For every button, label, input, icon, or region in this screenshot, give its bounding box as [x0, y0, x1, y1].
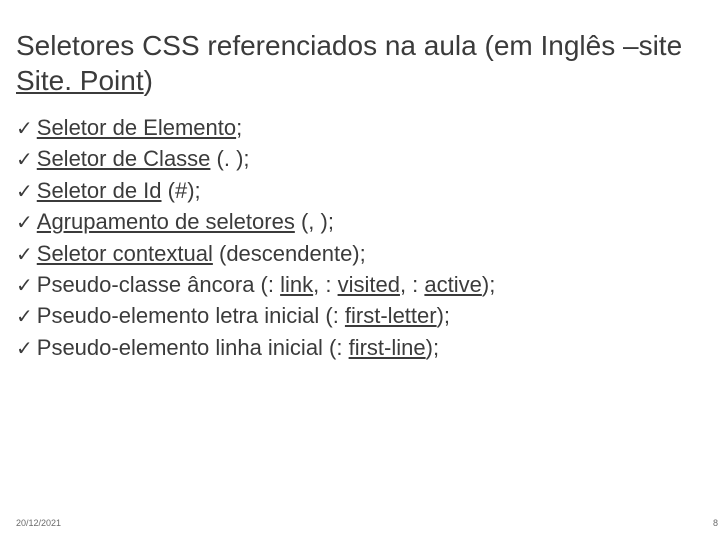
link-pseudo-visited[interactable]: visited	[338, 272, 400, 297]
item-pre: Pseudo-classe âncora (:	[37, 272, 280, 297]
item-tail: (, );	[295, 209, 334, 234]
link-first-letter[interactable]: first-letter	[345, 303, 437, 328]
footer-date: 20/12/2021	[16, 518, 61, 528]
item-pre: Pseudo-elemento linha inicial (:	[37, 335, 349, 360]
slide-heading: Seletores CSS referenciados na aula (em …	[16, 28, 696, 98]
item-sep: , :	[313, 272, 337, 297]
link-first-line[interactable]: first-line	[349, 335, 426, 360]
list-item: ✓Pseudo-elemento letra inicial (: first-…	[16, 300, 696, 331]
list-item: ✓Agrupamento de seletores (, );	[16, 206, 696, 237]
check-icon: ✓	[16, 146, 33, 174]
list-item: ✓Pseudo-elemento linha inicial (: first-…	[16, 332, 696, 363]
item-pre: Pseudo-elemento letra inicial (:	[37, 303, 345, 328]
item-tail: (#);	[162, 178, 201, 203]
list-item: ✓Seletor de Classe (. );	[16, 143, 696, 174]
footer-page-number: 8	[713, 518, 718, 528]
link-pseudo-active[interactable]: active	[424, 272, 481, 297]
item-post: );	[426, 335, 439, 360]
heading-link-sitepoint[interactable]: Site. Point	[16, 65, 144, 96]
heading-text-post: )	[144, 65, 153, 96]
list-item: ✓Seletor de Id (#);	[16, 175, 696, 206]
link-seletor-classe[interactable]: Seletor de Classe	[37, 146, 211, 171]
item-tail: (. );	[210, 146, 249, 171]
selector-list: ✓Seletor de Elemento; ✓Seletor de Classe…	[16, 112, 696, 363]
check-icon: ✓	[16, 241, 33, 269]
link-seletor-contextual[interactable]: Seletor contextual	[37, 241, 213, 266]
link-agrupamento[interactable]: Agrupamento de seletores	[37, 209, 295, 234]
item-sep: , :	[400, 272, 424, 297]
check-icon: ✓	[16, 272, 33, 300]
item-post: );	[482, 272, 495, 297]
item-post: );	[437, 303, 450, 328]
link-seletor-id[interactable]: Seletor de Id	[37, 178, 162, 203]
check-icon: ✓	[16, 115, 33, 143]
item-tail: (descendente);	[213, 241, 366, 266]
check-icon: ✓	[16, 303, 33, 331]
list-item: ✓Pseudo-classe âncora (: link, : visited…	[16, 269, 696, 300]
item-tail: ;	[236, 115, 242, 140]
list-item: ✓Seletor contextual (descendente);	[16, 238, 696, 269]
link-seletor-elemento[interactable]: Seletor de Elemento	[37, 115, 236, 140]
link-pseudo-link[interactable]: link	[280, 272, 313, 297]
list-item: ✓Seletor de Elemento;	[16, 112, 696, 143]
check-icon: ✓	[16, 178, 33, 206]
check-icon: ✓	[16, 209, 33, 237]
heading-text-pre: Seletores CSS referenciados na aula (em …	[16, 30, 682, 61]
check-icon: ✓	[16, 335, 33, 363]
